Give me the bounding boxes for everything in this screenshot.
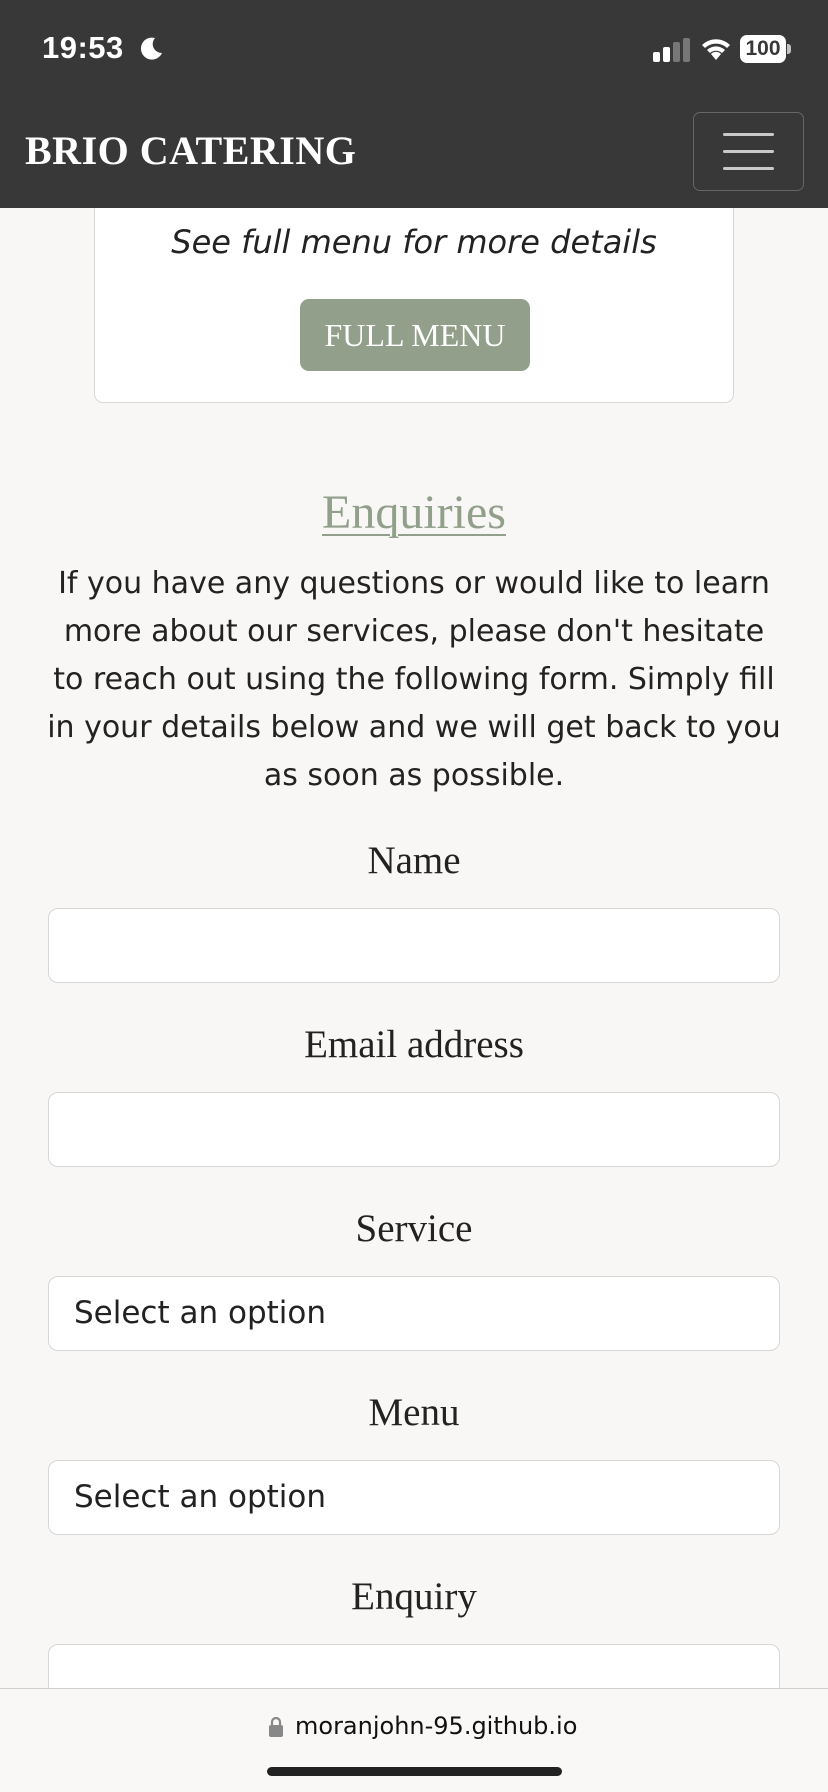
status-time: 19:53 <box>42 30 124 65</box>
lock-icon <box>269 1717 283 1737</box>
name-input[interactable] <box>48 908 780 983</box>
battery-icon: 100 <box>740 35 791 63</box>
menu-select[interactable]: Select an option <box>48 1460 780 1535</box>
browser-address-bar[interactable]: moranjohn-95.github.io <box>0 1688 828 1792</box>
page: 19:53 100 BRIO CATERING See full menu fo… <box>0 0 828 1792</box>
enquiry-label: Enquiry <box>351 1575 477 1618</box>
menu-label: Menu <box>368 1391 460 1434</box>
navbar-toggle-button[interactable] <box>693 112 804 191</box>
wifi-icon <box>702 39 730 60</box>
menu-card-note: See full menu for more details <box>171 223 657 261</box>
menu-select-value: Select an option <box>74 1479 327 1515</box>
service-select-value: Select an option <box>74 1295 327 1331</box>
home-indicator[interactable] <box>267 1767 562 1776</box>
service-label: Service <box>355 1207 473 1250</box>
signal-icon <box>653 38 690 62</box>
service-select[interactable]: Select an option <box>48 1276 780 1351</box>
enquiries-intro: If you have any questions or would like … <box>47 566 781 793</box>
site-header: 19:53 100 BRIO CATERING <box>0 0 828 208</box>
full-menu-button[interactable]: FULL MENU <box>300 299 530 371</box>
enquiries-heading: Enquiries <box>322 486 506 539</box>
battery-level: 100 <box>740 35 786 63</box>
email-input[interactable] <box>48 1092 780 1167</box>
name-label: Name <box>367 839 461 882</box>
email-label: Email address <box>304 1023 524 1066</box>
brand-logo[interactable]: BRIO CATERING <box>25 127 356 174</box>
moon-icon <box>140 37 162 60</box>
browser-url[interactable]: moranjohn-95.github.io <box>295 1712 577 1740</box>
